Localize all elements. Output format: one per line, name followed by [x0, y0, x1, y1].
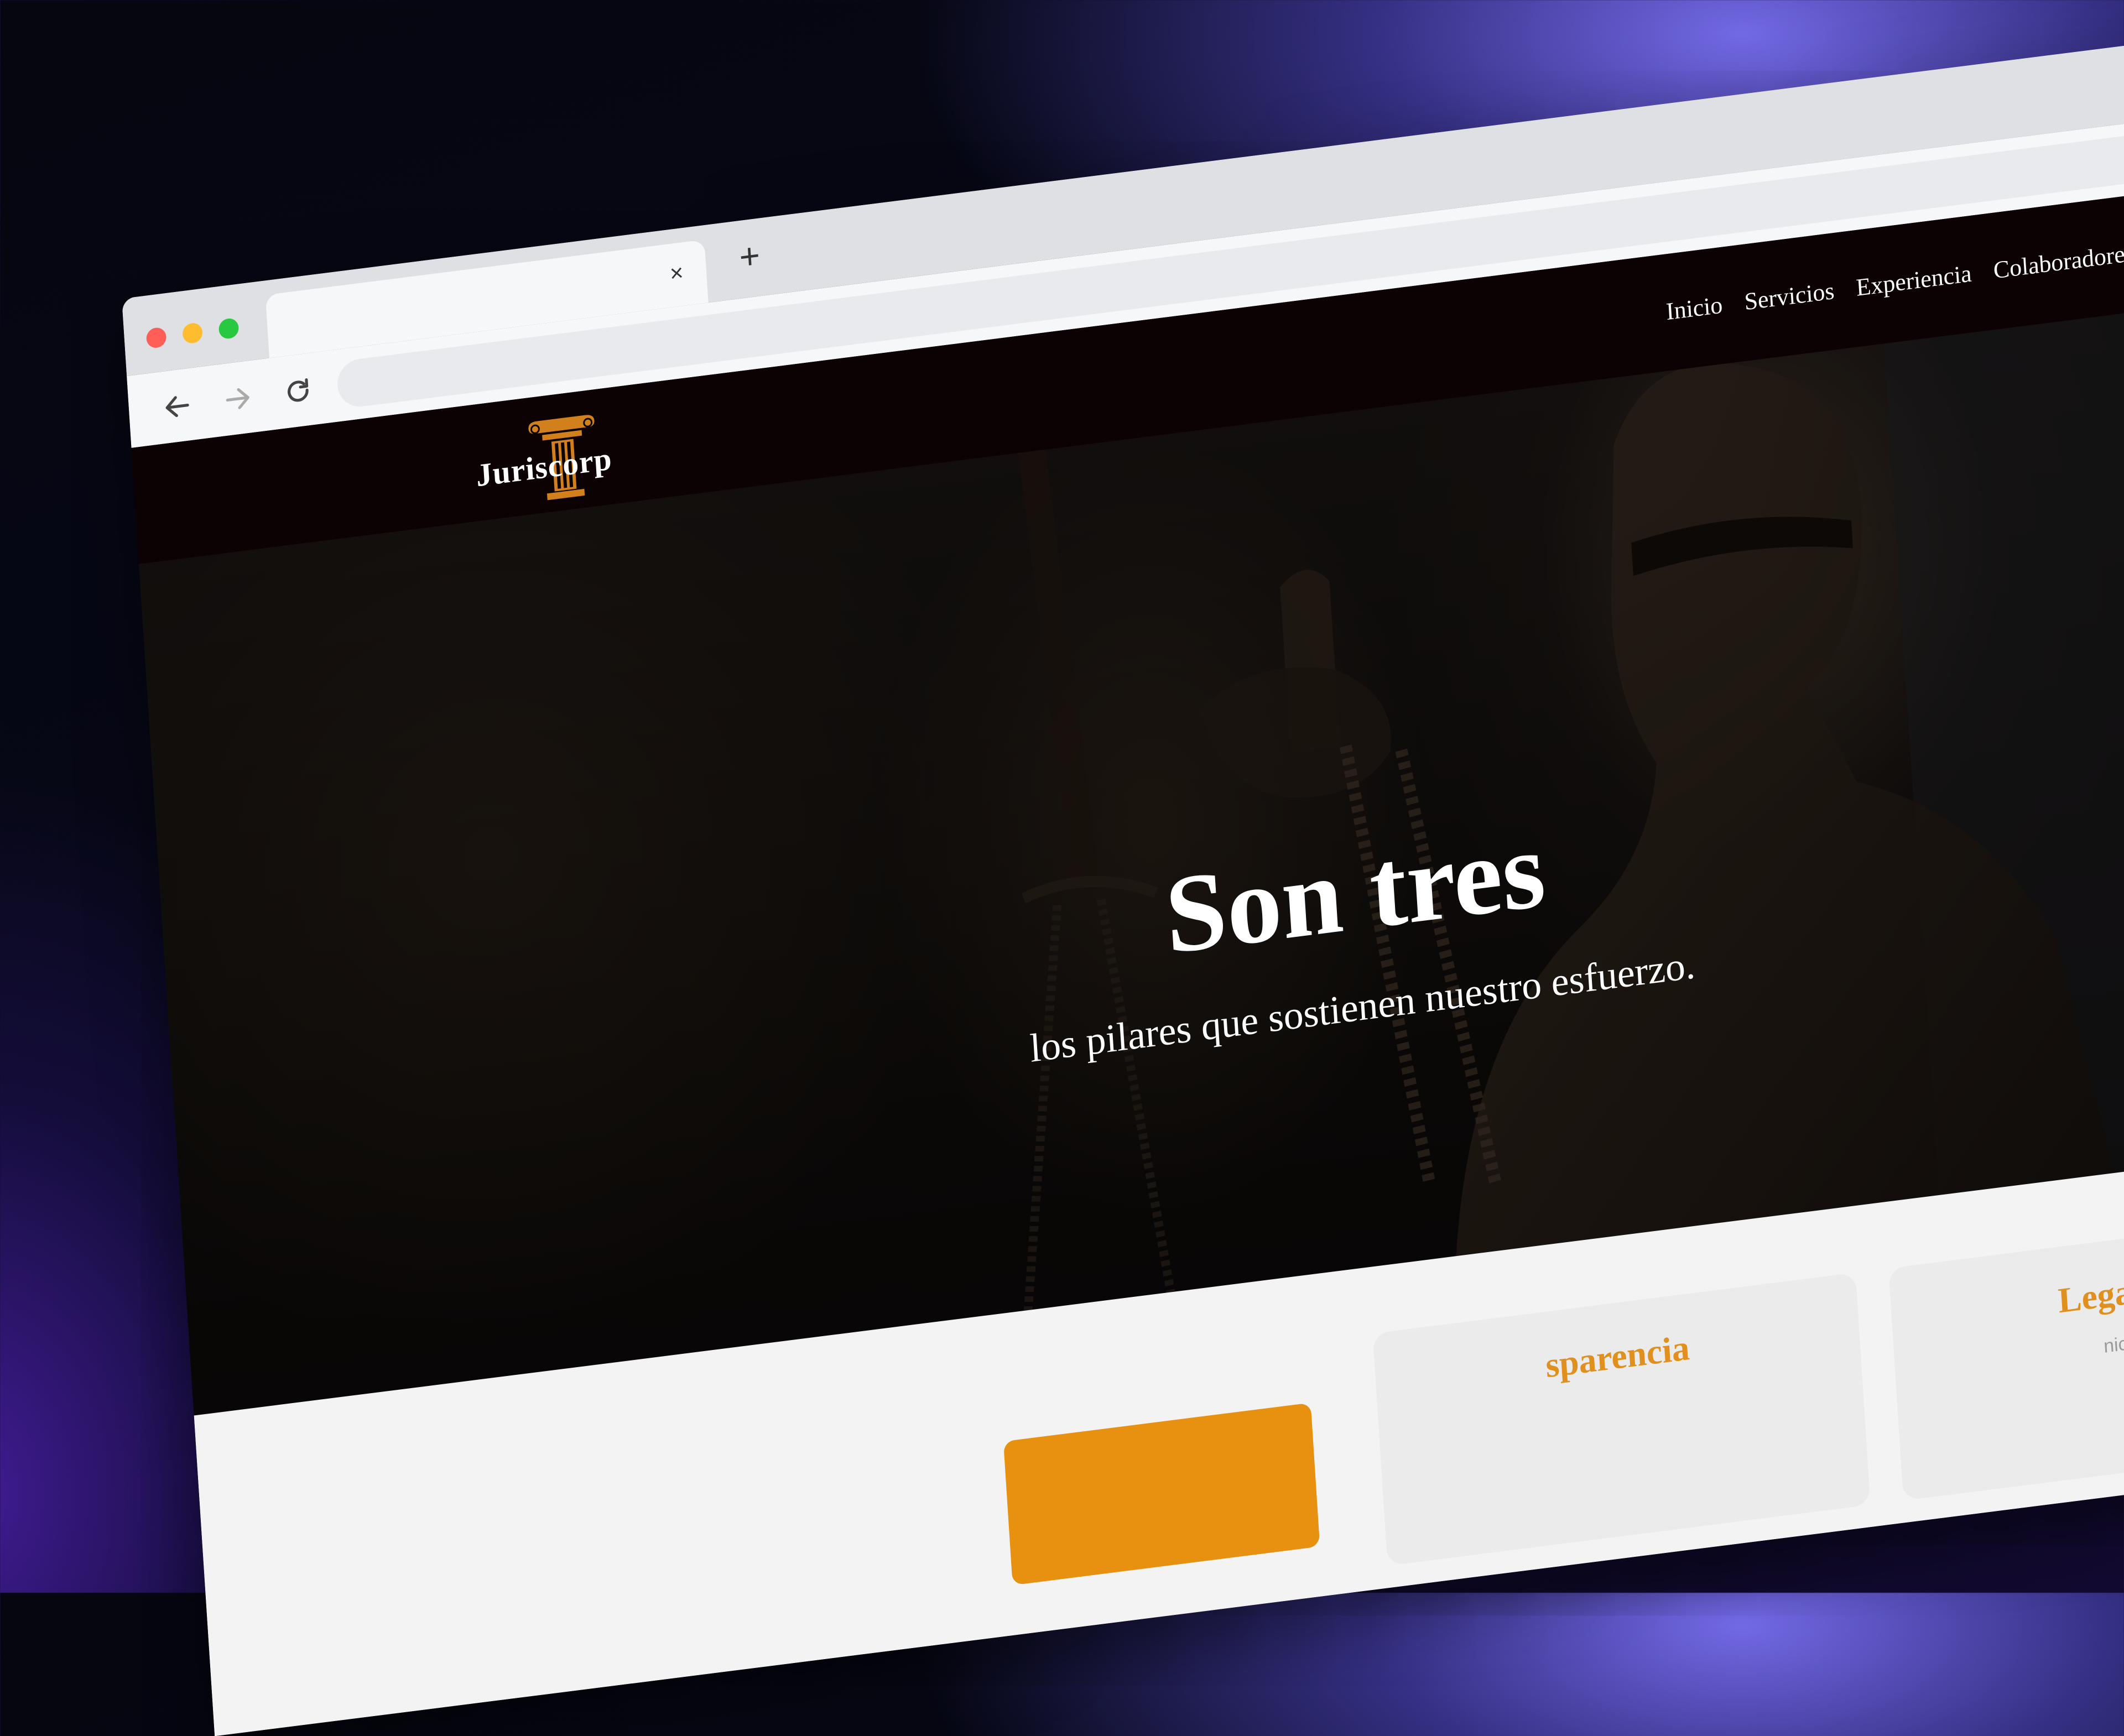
close-window-button[interactable]: [145, 326, 167, 349]
menu-item-inicio[interactable]: Inicio: [1665, 290, 1724, 326]
card-title: sparencia: [1544, 1327, 1691, 1385]
forward-arrow-icon[interactable]: [221, 382, 254, 416]
browser-stage: × + Juriscorp Inicio Servicios Experienc…: [122, 28, 2124, 1736]
reload-icon[interactable]: [282, 374, 314, 409]
pillar-card-legalidad: Legalidad nico es con: [1888, 1207, 2124, 1501]
main-menu: Inicio Servicios Experiencia Colaborador…: [1665, 239, 2124, 326]
card-text: nico es con: [2103, 1324, 2124, 1357]
website: Juriscorp Inicio Servicios Experiencia C…: [131, 178, 2124, 1736]
menu-item-servicios[interactable]: Servicios: [1743, 277, 1835, 316]
pillar-card-transparencia: sparencia: [1372, 1273, 1871, 1566]
maximize-window-button[interactable]: [218, 317, 240, 340]
menu-item-colaboradores[interactable]: Colaboradore: [1992, 239, 2124, 284]
card-title: Legalidad: [2057, 1262, 2124, 1321]
back-arrow-icon[interactable]: [161, 389, 194, 424]
orange-card[interactable]: [1003, 1403, 1320, 1586]
site-logo[interactable]: Juriscorp: [473, 405, 632, 513]
menu-item-experiencia[interactable]: Experiencia: [1855, 259, 1972, 301]
minimize-window-button[interactable]: [182, 322, 204, 345]
window-controls: [145, 317, 240, 349]
new-tab-button[interactable]: +: [732, 235, 767, 278]
tab-close-icon[interactable]: ×: [665, 259, 688, 286]
browser-window: × + Juriscorp Inicio Servicios Experienc…: [122, 28, 2124, 1736]
